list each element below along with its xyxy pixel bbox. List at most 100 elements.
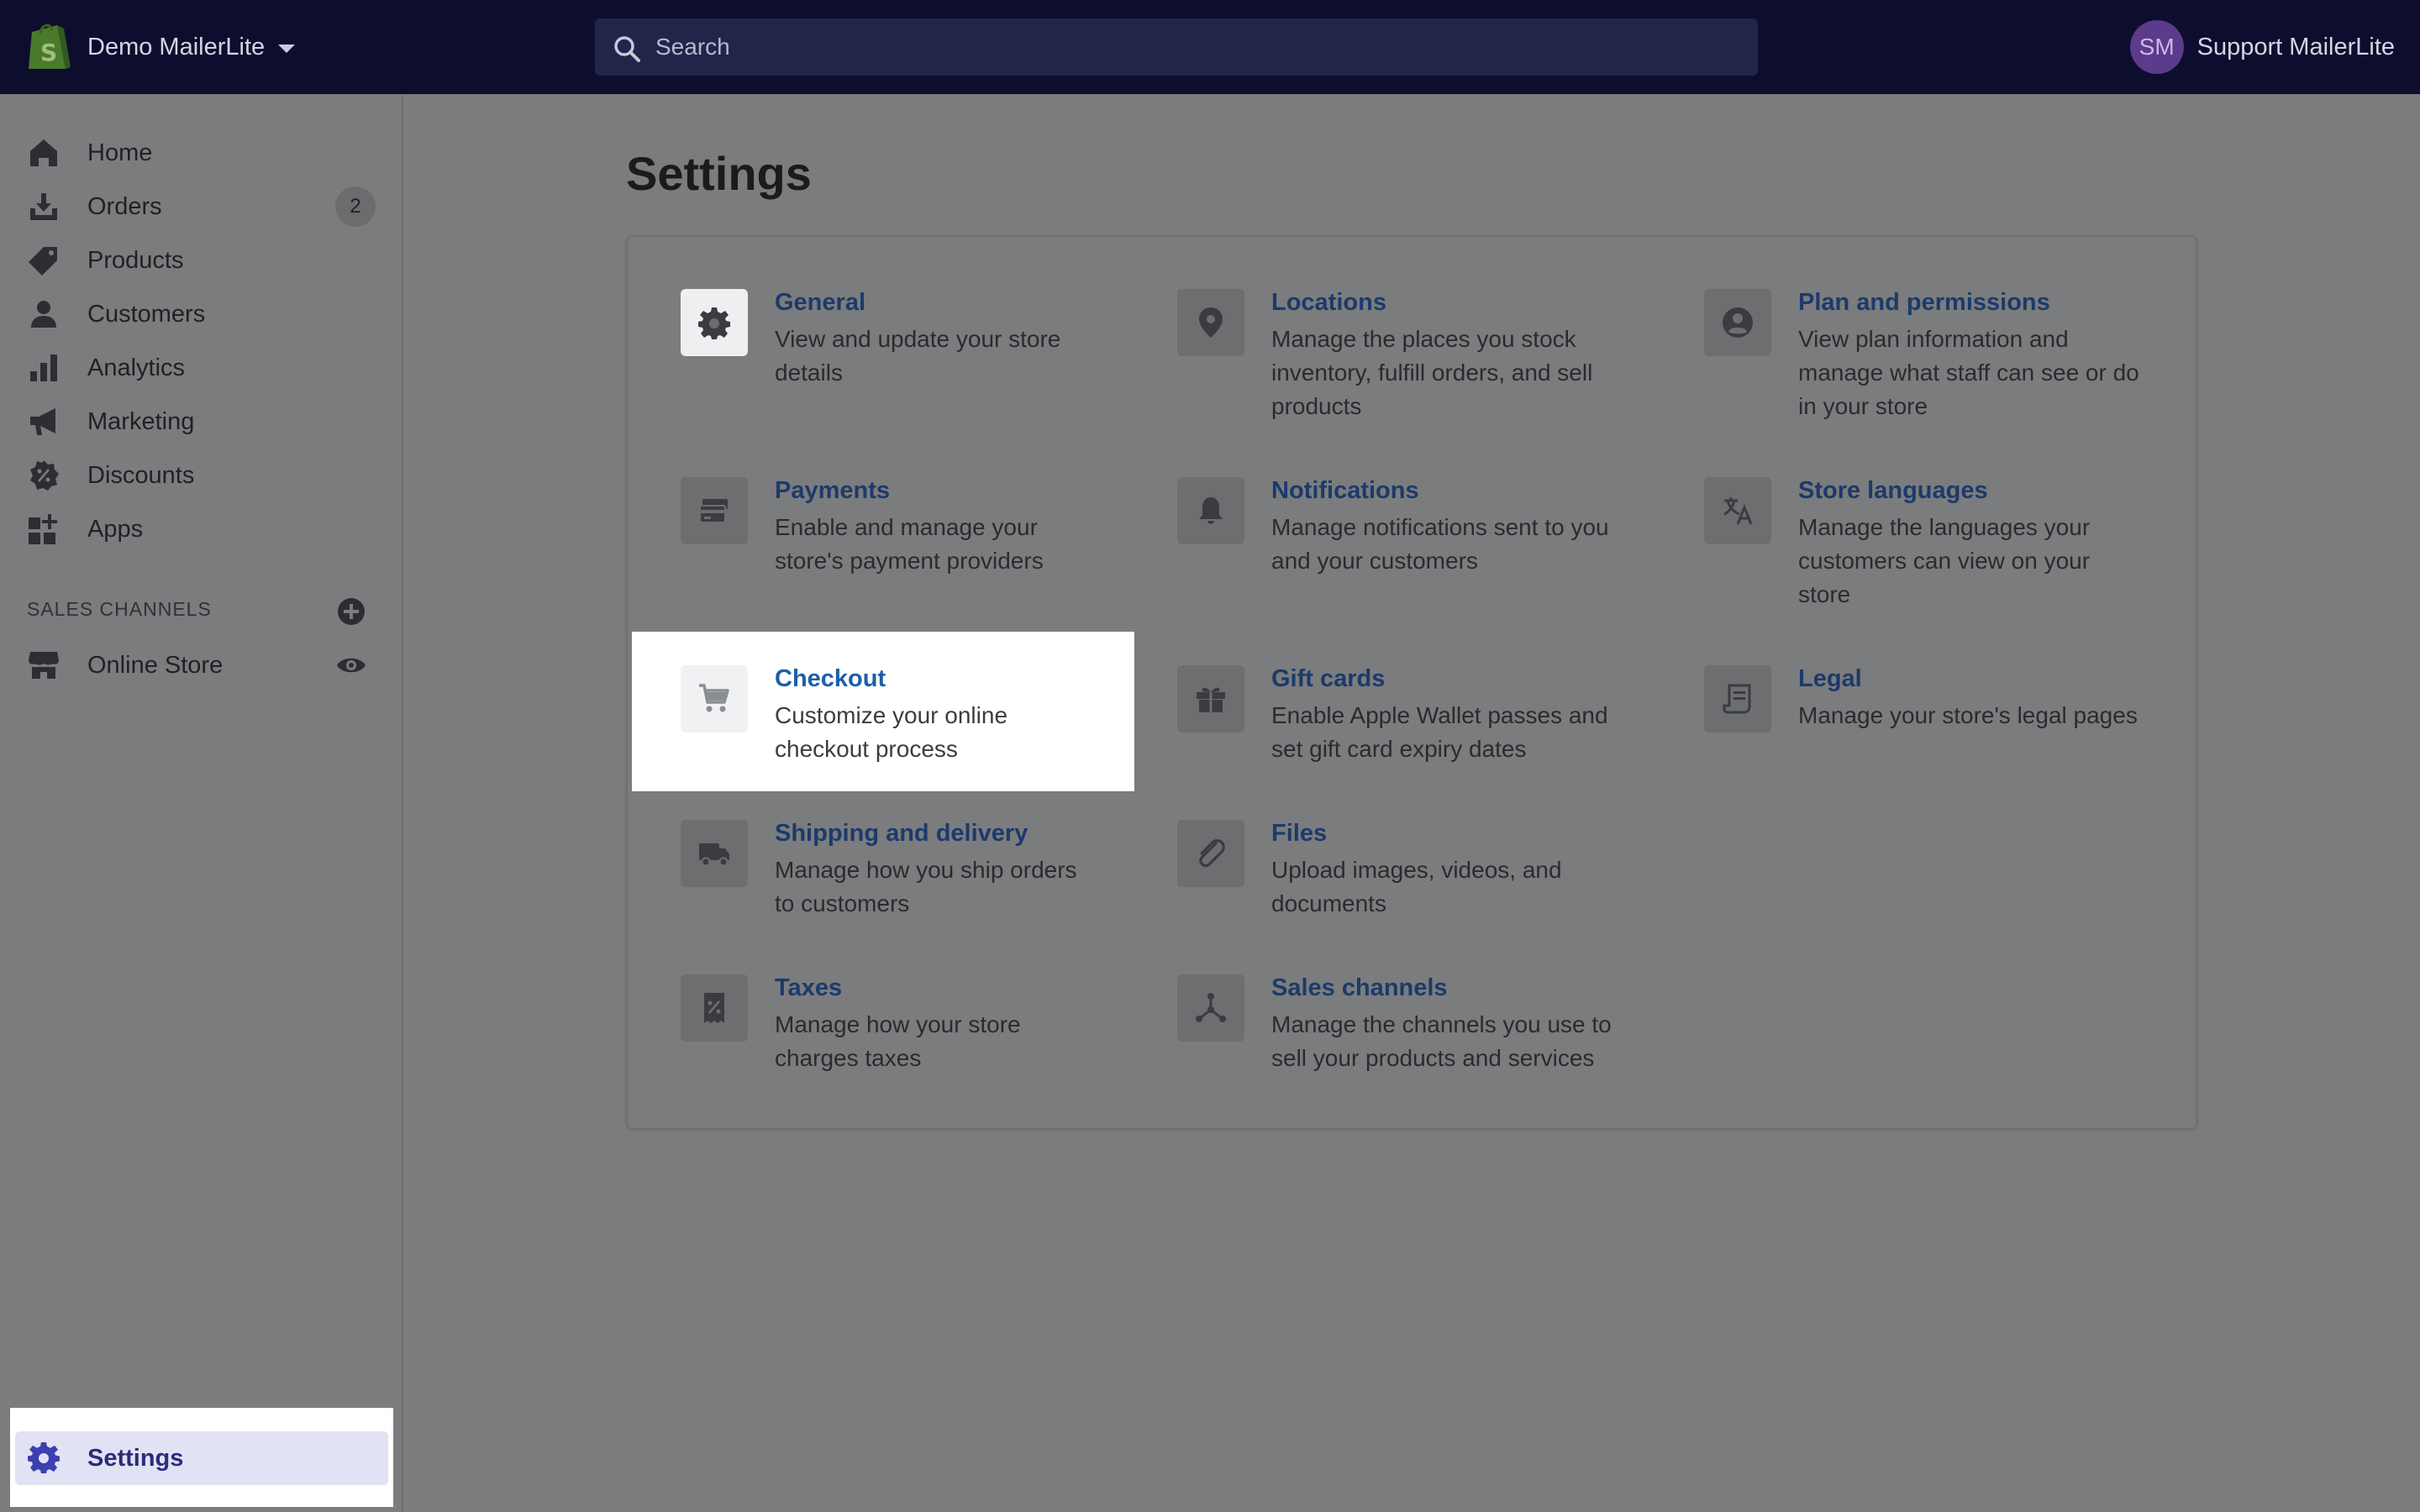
sidebar-item-discounts[interactable]: Discounts (0, 449, 402, 502)
store-name: Demo MailerLite (87, 33, 266, 60)
gear-icon (28, 1441, 60, 1473)
gift-icon (1177, 665, 1244, 732)
sidebar-item-orders[interactable]: Orders 2 (0, 180, 402, 234)
tile-description: Enable and manage your store's payment p… (775, 514, 1044, 574)
settings-tile-gift-cards[interactable]: Gift cards Enable Apple Wallet passes an… (1177, 665, 1648, 783)
sidebar-item-home[interactable]: Home (0, 126, 402, 180)
sidebar-item-analytics[interactable]: Analytics (0, 341, 402, 395)
settings-tile-taxes[interactable]: Taxes Manage how your store charges taxe… (681, 974, 1118, 1092)
page-title: Settings (626, 147, 812, 200)
shopify-logo-icon: S (29, 24, 71, 69)
home-icon (30, 139, 57, 166)
paperclip-icon (1177, 820, 1244, 887)
cart-icon (681, 665, 748, 732)
bell-icon (1177, 477, 1244, 544)
user-circle-icon (1704, 289, 1771, 356)
svg-text:S: S (40, 39, 57, 66)
tile-title: Plan and permissions (1798, 289, 2050, 316)
search-input[interactable] (655, 18, 1739, 76)
tile-title: General (775, 289, 865, 316)
tile-description: Manage the places you stock inventory, f… (1271, 326, 1593, 419)
tile-description: Manage the channels you use to sell your… (1271, 1011, 1612, 1071)
tile-title: Store languages (1798, 477, 1988, 504)
tile-description: View plan information and manage what st… (1798, 326, 2139, 419)
gear-icon (681, 289, 748, 356)
bar-chart-icon (30, 354, 57, 381)
settings-tile-checkout[interactable]: Checkout Customize your online checkout … (681, 665, 1118, 783)
tile-title: Sales channels (1271, 974, 1448, 1001)
orders-count-badge: 2 (335, 186, 376, 227)
settings-tile-notifications[interactable]: Notifications Manage notifications sent … (1177, 477, 1648, 603)
sidebar-item-label: Settings (87, 1444, 184, 1472)
top-bar: S Demo MailerLite SM Support MailerLite (0, 0, 2420, 94)
sidebar-item-label: Discounts (87, 461, 195, 489)
discount-icon (30, 460, 59, 491)
sidebar-item-label: Analytics (87, 354, 186, 381)
channels-icon (1177, 974, 1244, 1042)
tile-description: Manage the languages your customers can … (1798, 514, 2091, 607)
sidebar-item-settings[interactable]: Settings (15, 1431, 388, 1485)
account-menu[interactable]: SM Support MailerLite (2129, 18, 2395, 76)
megaphone-icon (30, 408, 55, 435)
tile-description: Manage notifications sent to you and you… (1271, 514, 1609, 574)
chevron-down-icon (278, 45, 296, 53)
sidebar-item-label: Home (87, 139, 153, 166)
tile-title: Shipping and delivery (775, 820, 1028, 847)
tile-description: Customize your online checkout process (775, 702, 1008, 762)
search-icon (614, 36, 640, 62)
tile-title: Locations (1271, 289, 1386, 316)
payment-card-icon (681, 477, 748, 544)
settings-tile-locations[interactable]: Locations Manage the places you stock in… (1177, 289, 1648, 432)
settings-tile-general[interactable]: General View and update your store detai… (681, 289, 1118, 432)
legal-document-icon (1704, 665, 1771, 732)
add-sales-channel-icon[interactable] (335, 596, 367, 627)
tile-title: Payments (775, 477, 891, 504)
search-bar[interactable] (595, 18, 1758, 76)
tile-description: Manage how you ship orders to customers (775, 857, 1077, 916)
store-switcher[interactable]: Demo MailerLite (87, 28, 296, 66)
tile-title: Legal (1798, 665, 1862, 692)
tile-description: Manage your store's legal pages (1798, 702, 2138, 728)
translate-icon (1704, 477, 1771, 544)
tile-description: Upload images, videos, and documents (1271, 857, 1562, 916)
settings-tile-plan-and-permissions[interactable]: Plan and permissions View plan informati… (1704, 289, 2149, 432)
sidebar-item-marketing[interactable]: Marketing (0, 395, 402, 449)
tile-title: Checkout (775, 665, 886, 692)
settings-tile-store-languages[interactable]: Store languages Manage the languages you… (1704, 477, 2149, 620)
sidebar-item-label: Products (87, 246, 184, 274)
apps-icon (29, 514, 57, 544)
avatar: SM (2129, 20, 2184, 74)
sidebar-item-label: Orders (87, 192, 162, 220)
location-pin-icon (1177, 289, 1244, 356)
sidebar-item-apps[interactable]: Apps (0, 502, 402, 556)
settings-tile-files[interactable]: Files Upload images, videos, and documen… (1177, 820, 1648, 937)
tile-title: Taxes (775, 974, 843, 1001)
eye-icon[interactable] (335, 649, 367, 681)
settings-tile-legal[interactable]: Legal Manage your store's legal pages (1704, 665, 2149, 783)
sidebar: Home Orders 2 Products Customers Analyti… (0, 94, 403, 1512)
tile-description: Manage how your store charges taxes (775, 1011, 1021, 1071)
orders-icon (30, 193, 57, 220)
sidebar-item-products[interactable]: Products (0, 234, 402, 287)
tile-title: Gift cards (1271, 665, 1386, 692)
settings-tile-sales-channels[interactable]: Sales channels Manage the channels you u… (1177, 974, 1648, 1092)
person-icon (31, 301, 56, 328)
tile-title: Files (1271, 820, 1328, 847)
sidebar-item-label: Marketing (87, 407, 195, 435)
sidebar-item-customers[interactable]: Customers (0, 287, 402, 341)
tile-description: Enable Apple Wallet passes and set gift … (1271, 702, 1608, 762)
settings-tile-shipping-and-delivery[interactable]: Shipping and delivery Manage how you shi… (681, 820, 1118, 937)
tile-title: Notifications (1271, 477, 1419, 504)
account-name: Support MailerLite (2196, 33, 2395, 60)
sales-channels-heading: SALES CHANNELS (27, 598, 212, 620)
truck-icon (681, 820, 748, 887)
sidebar-item-label: Apps (87, 515, 144, 543)
tile-description: View and update your store details (775, 326, 1061, 386)
sidebar-item-online-store[interactable]: Online Store (0, 638, 402, 692)
sidebar-item-label: Customers (87, 300, 206, 328)
tax-receipt-icon (681, 974, 748, 1042)
store-icon (29, 652, 59, 679)
tag-icon (29, 247, 57, 276)
sidebar-item-label: Online Store (87, 651, 224, 679)
settings-tile-payments[interactable]: Payments Enable and manage your store's … (681, 477, 1118, 603)
